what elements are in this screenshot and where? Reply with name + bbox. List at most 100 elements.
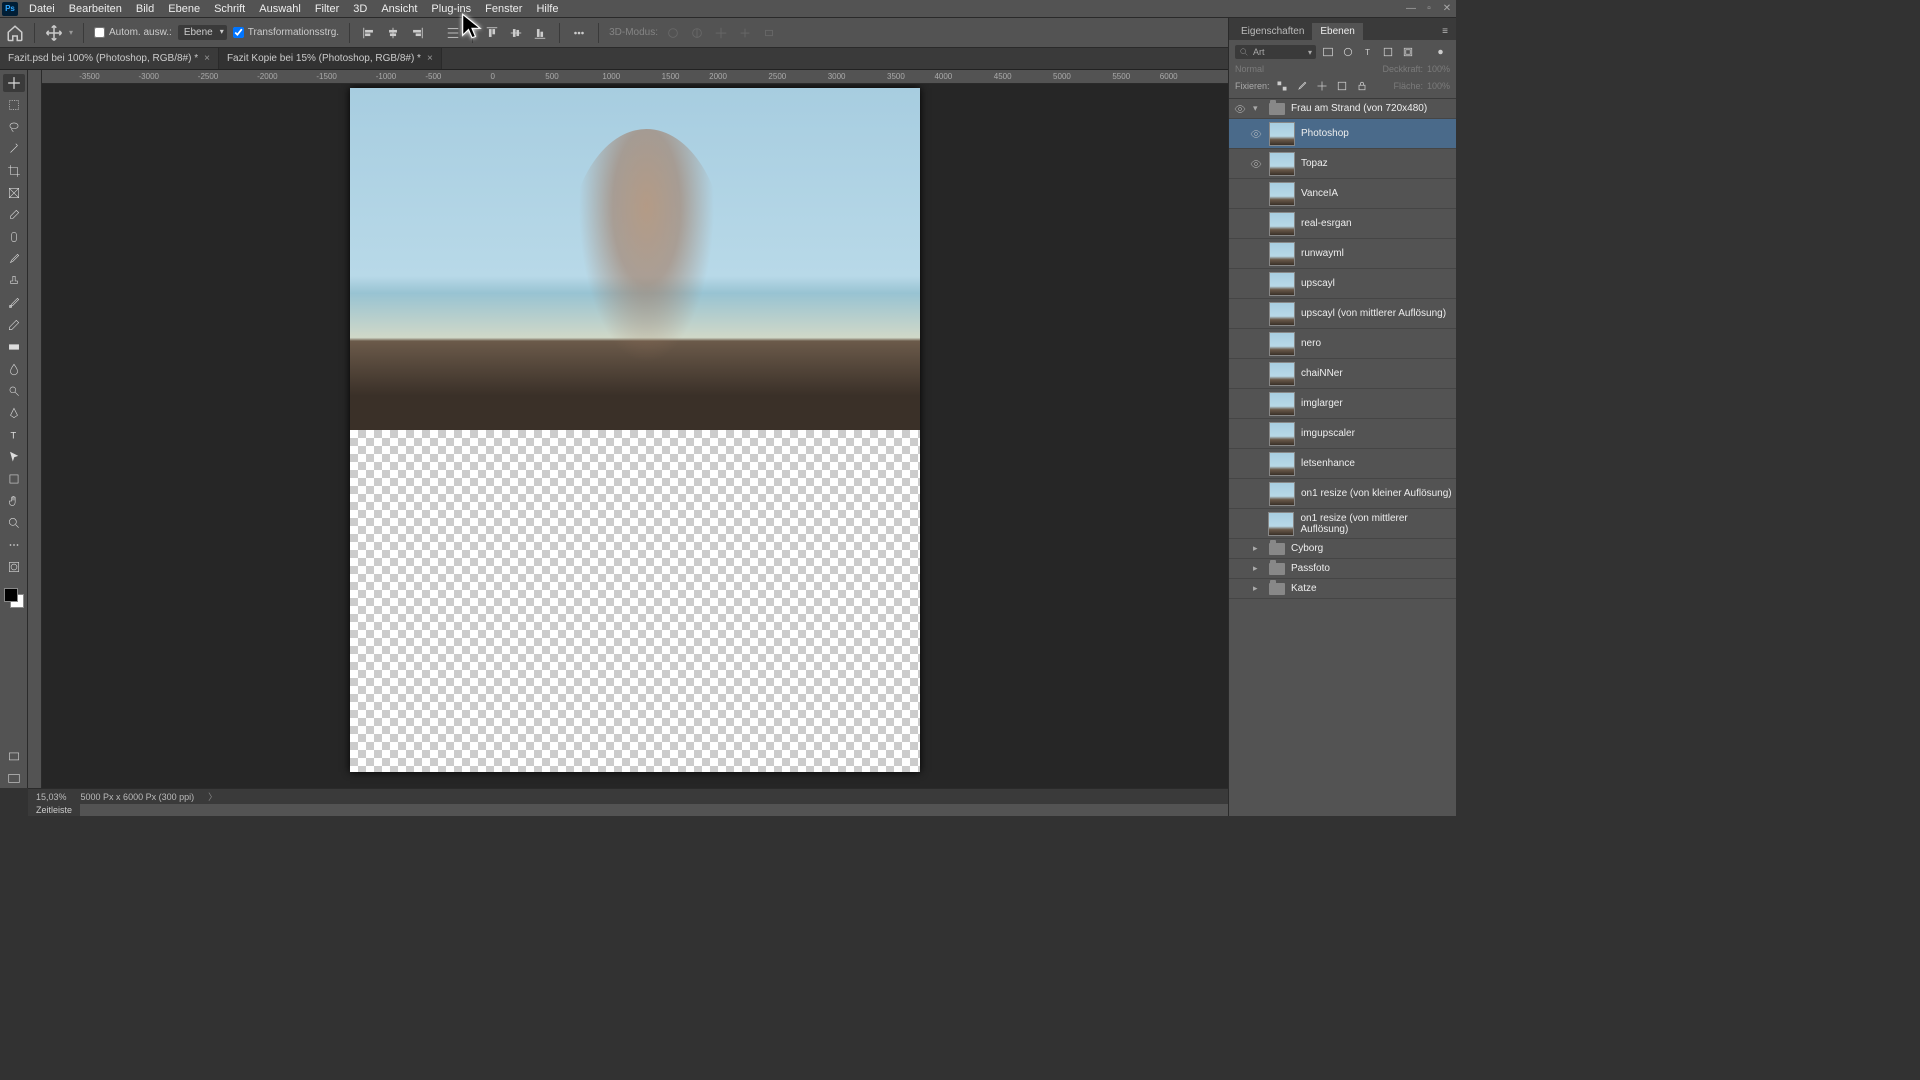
align-vcenter-icon[interactable] bbox=[507, 24, 525, 42]
edit-toolbar-icon[interactable] bbox=[3, 536, 25, 554]
layer-group-frau-am-strand[interactable]: ▾ Frau am Strand (von 720x480) bbox=[1229, 99, 1456, 119]
chevron-right-icon[interactable]: ▸ bbox=[1253, 583, 1263, 594]
layer-row[interactable]: Photoshop bbox=[1229, 119, 1456, 149]
visibility-toggle[interactable] bbox=[1249, 517, 1262, 531]
heal-tool[interactable] bbox=[3, 228, 25, 246]
menu-fenster[interactable]: Fenster bbox=[478, 3, 529, 15]
chevron-right-icon[interactable]: ▸ bbox=[1253, 543, 1263, 554]
chevron-right-icon[interactable]: ▸ bbox=[1253, 563, 1263, 574]
menu-3d[interactable]: 3D bbox=[346, 3, 374, 15]
brush-tool[interactable] bbox=[3, 250, 25, 268]
visibility-toggle[interactable] bbox=[1249, 487, 1263, 501]
align-hcenter-icon[interactable] bbox=[384, 24, 402, 42]
wand-tool[interactable] bbox=[3, 140, 25, 158]
layer-row[interactable]: on1 resize (von kleiner Auflösung) bbox=[1229, 479, 1456, 509]
more-options-icon[interactable] bbox=[570, 24, 588, 42]
menu-ansicht[interactable]: Ansicht bbox=[374, 3, 424, 15]
filter-pixel-icon[interactable] bbox=[1320, 44, 1336, 60]
menu-hilfe[interactable]: Hilfe bbox=[529, 3, 565, 15]
opacity-value[interactable]: 100% bbox=[1427, 64, 1450, 74]
zoom-level[interactable]: 15,03% bbox=[36, 792, 67, 802]
layer-row[interactable]: chaiNNer bbox=[1229, 359, 1456, 389]
menu-schrift[interactable]: Schrift bbox=[207, 3, 252, 15]
path-select-tool[interactable] bbox=[3, 448, 25, 466]
tab-properties[interactable]: Eigenschaften bbox=[1233, 23, 1312, 40]
chevron-down-icon[interactable]: ▾ bbox=[1253, 103, 1263, 114]
layer-row[interactable]: on1 resize (von mittlerer Auflösung) bbox=[1229, 509, 1456, 539]
timeline-panel-tab[interactable]: Zeitleiste bbox=[28, 804, 1228, 816]
menu-plugins[interactable]: Plug-ins bbox=[424, 3, 478, 15]
color-swatch[interactable] bbox=[4, 588, 24, 608]
layer-row[interactable]: runwayml bbox=[1229, 239, 1456, 269]
visibility-toggle[interactable] bbox=[1249, 247, 1263, 261]
lock-all-icon[interactable] bbox=[1354, 78, 1370, 94]
auto-select-checkbox[interactable]: Autom. ausw.: bbox=[94, 27, 172, 38]
window-minimize-icon[interactable]: — bbox=[1404, 2, 1418, 16]
layer-group[interactable]: ▸ Katze bbox=[1229, 579, 1456, 599]
document-canvas[interactable] bbox=[350, 88, 920, 772]
document-tab-1[interactable]: Fazit Kopie bei 15% (Photoshop, RGB/8#) … bbox=[219, 48, 442, 69]
gradient-tool[interactable] bbox=[3, 338, 25, 356]
filter-smart-icon[interactable] bbox=[1400, 44, 1416, 60]
lock-artboard-icon[interactable] bbox=[1334, 78, 1350, 94]
blur-tool[interactable] bbox=[3, 360, 25, 378]
close-tab-icon[interactable]: × bbox=[427, 53, 433, 64]
filter-type-icon[interactable]: T bbox=[1360, 44, 1376, 60]
move-tool[interactable] bbox=[3, 74, 25, 92]
visibility-toggle[interactable] bbox=[1249, 277, 1263, 291]
eraser-tool[interactable] bbox=[3, 316, 25, 334]
layer-row[interactable]: letsenhance bbox=[1229, 449, 1456, 479]
visibility-toggle[interactable] bbox=[1249, 217, 1263, 231]
eyedropper-tool[interactable] bbox=[3, 206, 25, 224]
visibility-toggle[interactable] bbox=[1249, 157, 1263, 171]
layer-group[interactable]: ▸ Cyborg bbox=[1229, 539, 1456, 559]
canvas-area[interactable]: -3500 -3000 -2500 -2000 -1500 -1000 -500… bbox=[42, 70, 1228, 788]
lock-paint-icon[interactable] bbox=[1294, 78, 1310, 94]
menu-ebene[interactable]: Ebene bbox=[161, 3, 207, 15]
history-brush-tool[interactable] bbox=[3, 294, 25, 312]
layer-row[interactable]: VanceIA bbox=[1229, 179, 1456, 209]
document-tab-0[interactable]: Fazit.psd bei 100% (Photoshop, RGB/8#) *… bbox=[0, 48, 219, 69]
dodge-tool[interactable] bbox=[3, 382, 25, 400]
type-tool[interactable]: T bbox=[3, 426, 25, 444]
menu-auswahl[interactable]: Auswahl bbox=[252, 3, 308, 15]
visibility-toggle[interactable] bbox=[1249, 427, 1263, 441]
hand-tool[interactable] bbox=[3, 492, 25, 510]
transform-controls-checkbox[interactable]: Transformationsstrg. bbox=[233, 27, 339, 38]
stamp-tool[interactable] bbox=[3, 272, 25, 290]
distribute-icon[interactable] bbox=[444, 24, 462, 42]
visibility-toggle[interactable] bbox=[1233, 562, 1247, 576]
screen-mode2-icon[interactable] bbox=[3, 770, 25, 788]
visibility-toggle[interactable] bbox=[1249, 307, 1263, 321]
lasso-tool[interactable] bbox=[3, 118, 25, 136]
layer-group[interactable]: ▸ Passfoto bbox=[1229, 559, 1456, 579]
blend-mode-dropdown[interactable]: Normal bbox=[1235, 64, 1378, 74]
visibility-toggle[interactable] bbox=[1249, 397, 1263, 411]
menu-bearbeiten[interactable]: Bearbeiten bbox=[62, 3, 129, 15]
window-close-icon[interactable]: ✕ bbox=[1440, 2, 1454, 16]
visibility-toggle[interactable] bbox=[1249, 337, 1263, 351]
tab-layers[interactable]: Ebenen bbox=[1312, 23, 1362, 40]
filter-shape-icon[interactable] bbox=[1380, 44, 1396, 60]
visibility-toggle[interactable] bbox=[1249, 187, 1263, 201]
visibility-toggle[interactable] bbox=[1249, 367, 1263, 381]
home-icon[interactable] bbox=[6, 24, 24, 42]
align-bottom-icon[interactable] bbox=[531, 24, 549, 42]
close-tab-icon[interactable]: × bbox=[204, 53, 210, 64]
align-left-icon[interactable] bbox=[360, 24, 378, 42]
auto-select-target-dropdown[interactable]: Ebene bbox=[178, 25, 227, 40]
align-top-icon[interactable] bbox=[483, 24, 501, 42]
layer-filter-kind[interactable]: Art ▾ bbox=[1235, 45, 1316, 59]
filter-adjust-icon[interactable] bbox=[1340, 44, 1356, 60]
window-restore-icon[interactable]: ▫ bbox=[1422, 2, 1436, 16]
quick-mask-icon[interactable] bbox=[3, 558, 25, 576]
screen-mode-icon[interactable] bbox=[3, 748, 25, 766]
fill-value[interactable]: 100% bbox=[1427, 81, 1450, 91]
layer-row[interactable]: imglarger bbox=[1229, 389, 1456, 419]
menu-bild[interactable]: Bild bbox=[129, 3, 161, 15]
menu-datei[interactable]: Datei bbox=[22, 3, 62, 15]
visibility-toggle[interactable] bbox=[1233, 542, 1247, 556]
shape-tool[interactable] bbox=[3, 470, 25, 488]
crop-tool[interactable] bbox=[3, 162, 25, 180]
visibility-toggle[interactable] bbox=[1233, 102, 1247, 116]
